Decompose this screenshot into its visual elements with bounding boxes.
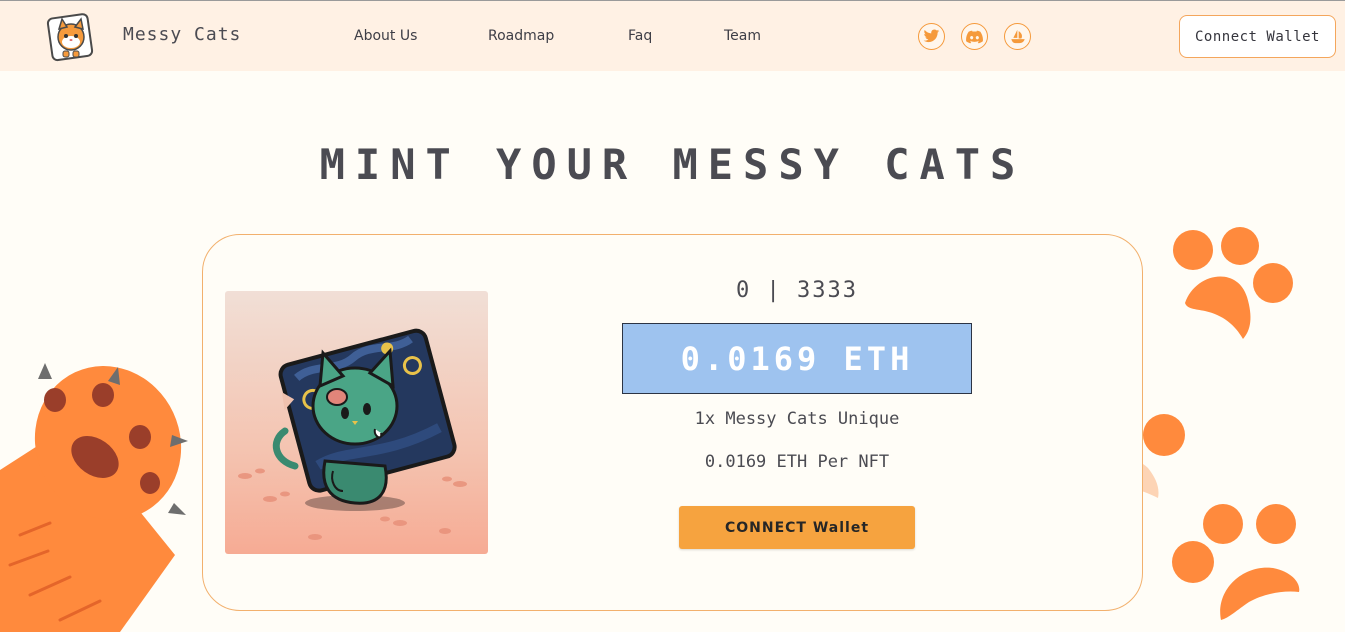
discord-link[interactable] [961, 23, 988, 50]
mint-supply-counter: 0 | 3333 [736, 278, 858, 303]
twitter-link[interactable] [918, 23, 945, 50]
paw-print-icon-2 [1172, 504, 1300, 620]
cat-paw-arm-illustration [0, 363, 188, 632]
nav-faq[interactable]: Faq [628, 28, 652, 44]
mint-price-display: 0.0169 ETH [622, 323, 972, 394]
messy-cats-logo[interactable] [44, 11, 98, 63]
messy-cat-nft-illustration [238, 328, 467, 540]
nav-roadmap[interactable]: Roadmap [488, 28, 554, 44]
paw-print-icon [1173, 227, 1293, 339]
nav-about-us[interactable]: About Us [354, 28, 417, 44]
nav-team[interactable]: Team [724, 28, 761, 44]
mint-quantity-label: 1x Messy Cats Unique [694, 409, 900, 429]
price-per-nft-label: 0.0169 ETH Per NFT [704, 452, 890, 472]
nft-preview-image [225, 291, 488, 554]
discord-icon [966, 30, 983, 43]
page-title: MINT YOUR MESSY CATS [319, 140, 1026, 189]
opensea-link[interactable] [1004, 23, 1031, 50]
twitter-icon [923, 29, 940, 43]
connect-wallet-button[interactable]: Connect Wallet [1179, 15, 1336, 58]
opensea-icon [1010, 29, 1025, 44]
connect-wallet-mint-button[interactable]: CONNECT Wallet [679, 506, 915, 549]
top-navbar: Messy Cats About Us Roadmap Faq Team Con… [0, 0, 1345, 71]
brand-name[interactable]: Messy Cats [123, 24, 241, 45]
